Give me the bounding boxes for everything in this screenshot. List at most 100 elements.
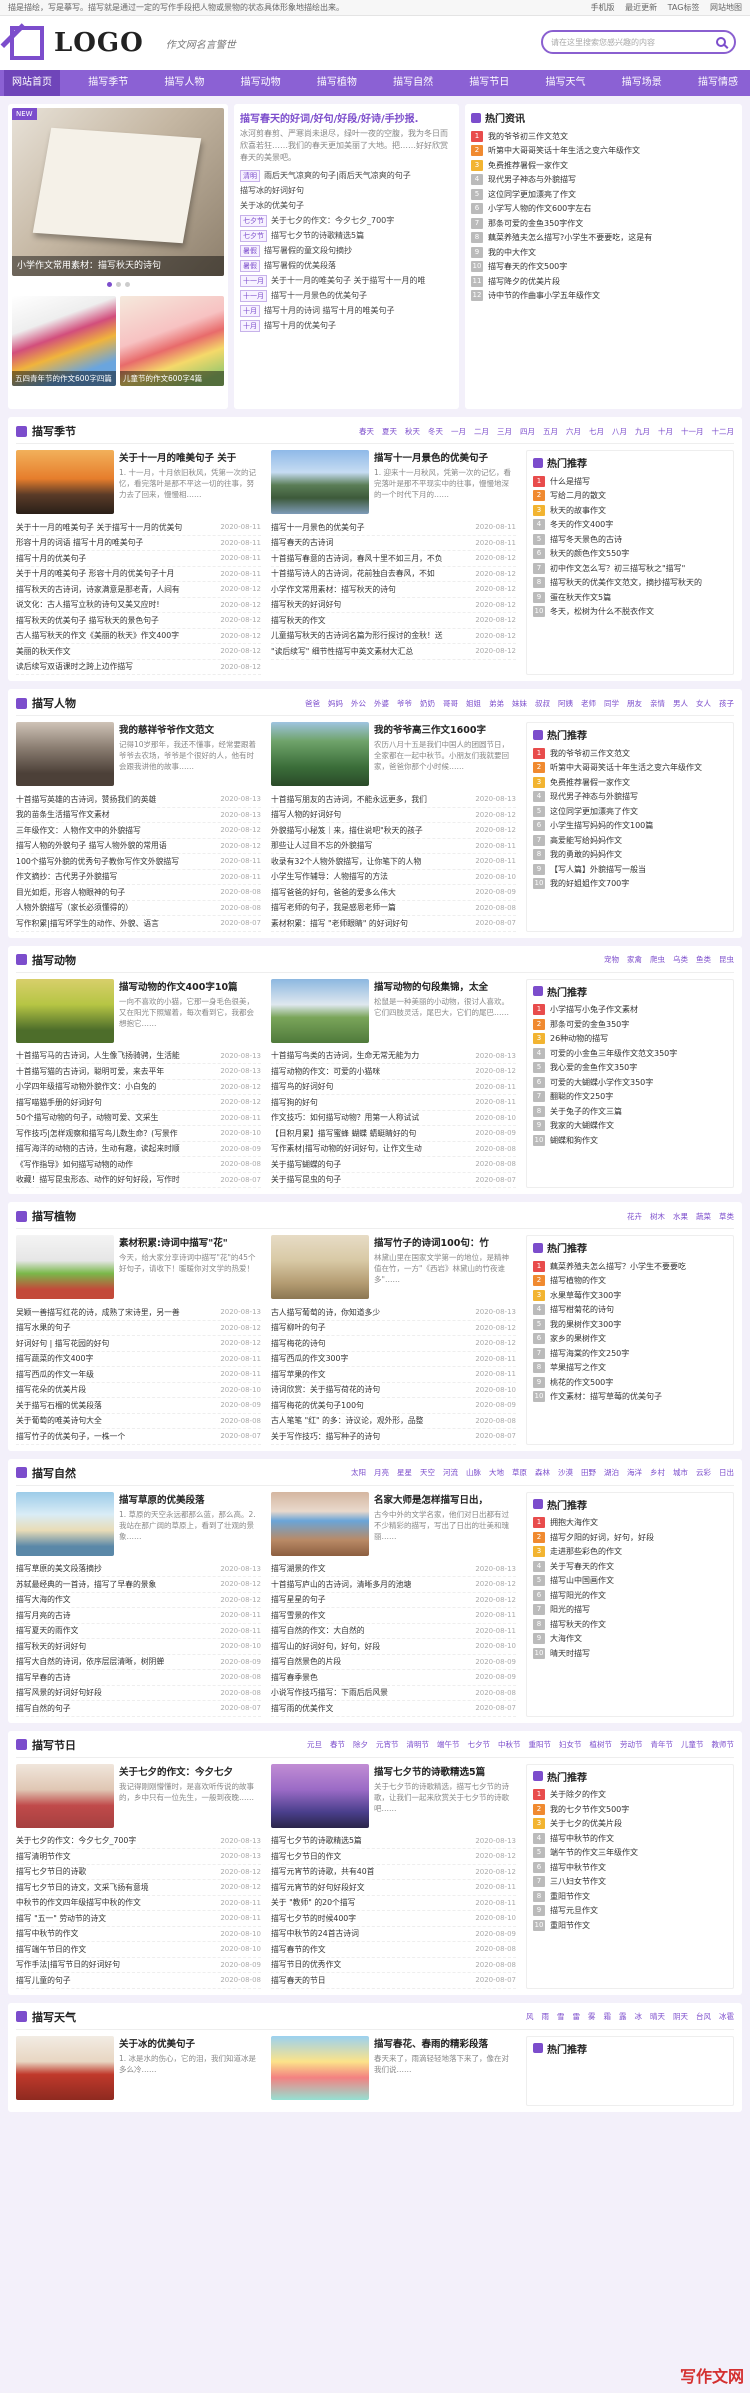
article-title[interactable]: 描写老师的句子，我是感恩老师一篇 [271, 902, 396, 913]
section-tag-link[interactable]: 爸爸 [305, 699, 320, 708]
mobile-link[interactable]: 手机版 [591, 3, 615, 12]
hot-item-title[interactable]: 写给二月的散文 [550, 490, 606, 501]
search-input[interactable]: 请在这里搜索您感兴趣的内容 [551, 37, 716, 48]
thumb-caption[interactable]: 儿童节的作文600字4篇 [120, 371, 224, 386]
hot-item[interactable]: 8 重阳节作文 [533, 1889, 727, 1904]
hot-item-title[interactable]: 这位同学更加漂亮了作文 [488, 189, 576, 200]
hot-item-title[interactable]: 我的七夕节作文500字 [550, 1804, 629, 1815]
hot-item[interactable]: 9 描写元旦作文 [533, 1904, 727, 1919]
nav-item[interactable]: 描写情感 [690, 70, 746, 96]
hot-item[interactable]: 2 我的七夕节作文500字 [533, 1802, 727, 1817]
featured-list-text[interactable]: 描写十月的优美句子 [264, 320, 336, 331]
hot-item[interactable]: 3 走进那些彩色的作文 [533, 1545, 727, 1560]
article-title[interactable]: 描写儿童的句子 [16, 1975, 71, 1986]
section-tag-link[interactable]: 清明节 [407, 1740, 430, 1749]
section-tag-link[interactable]: 亲情 [650, 699, 665, 708]
section-title[interactable]: 描写自然 [16, 1465, 76, 1481]
feature-image[interactable] [271, 2035, 369, 2100]
article-item[interactable]: 描写花朵的优美片段 2020-08-10 [16, 1383, 261, 1398]
article-title[interactable]: 写作技巧|怎样观察和描写鸟儿数生命？(写景作 [16, 1128, 178, 1139]
article-title[interactable]: 描写喵猫手册的好词好句 [16, 1097, 102, 1108]
feature-article[interactable]: 素材积累:诗词中描写"花" 今天，给大家分享诗词中描写"花"的45个好句子，请收下… [16, 1235, 261, 1299]
article-title[interactable]: 描写雨的优美作文 [271, 1703, 333, 1714]
article-title[interactable]: 描写夏天的雨作文 [16, 1625, 78, 1636]
article-item[interactable]: 描写竹子的优美句子，一株一个 2020-08-07 [16, 1429, 261, 1445]
section-tag-link[interactable]: 霜 [604, 2012, 612, 2021]
featured-list-item[interactable]: 描写冰的好词好句 [240, 183, 453, 198]
article-item[interactable]: 素材积累：描写 "老师眼睛" 的好词好句 2020-08-07 [271, 916, 516, 932]
article-item[interactable]: 描写动物的作文：可爱的小猫咪 2020-08-12 [271, 1064, 516, 1080]
section-tag-link[interactable]: 叔叔 [535, 699, 550, 708]
article-item[interactable]: 描写喵猫手册的好词好句 2020-08-12 [16, 1095, 261, 1111]
section-tag-link[interactable]: 爬虫 [650, 955, 665, 964]
article-item[interactable]: 描写人物的好词好句 2020-08-12 [271, 808, 516, 823]
hot-item-title[interactable]: 作文素材：描写草莓的优美句子 [550, 1391, 662, 1402]
section-tag-link[interactable]: 阿姨 [558, 699, 573, 708]
hot-item-title[interactable]: 秋天的故事作文 [550, 505, 606, 516]
article-item[interactable]: 人物外貌描写（家长必须懂得的） 2020-08-08 [16, 901, 261, 916]
article-title[interactable]: 关于描写石榴的优美段落 [16, 1400, 102, 1411]
section-tag-link[interactable]: 晴天 [650, 2012, 665, 2021]
feature-title[interactable]: 描写春花、春雨的精彩段落 [374, 2036, 514, 2050]
section-tag-link[interactable]: 三月 [497, 427, 512, 436]
article-item[interactable]: 关于写作技巧：描写种子的诗句 2020-08-07 [271, 1429, 516, 1445]
hot-item-title[interactable]: 高爱能写给妈妈作文 [550, 835, 622, 846]
section-tag-link[interactable]: 湖泊 [604, 1468, 619, 1477]
section-tag-link[interactable]: 植树节 [590, 1740, 613, 1749]
feature-title[interactable]: 名家大师是怎样描写日出， [374, 1492, 514, 1506]
hot-item[interactable]: 10 晴天时描写 [533, 1646, 727, 1661]
hot-item[interactable]: 2 听第中大哥哥笑话十年生活之变六年级作文 [533, 761, 727, 776]
featured-list-item[interactable]: 十月 描写十月的诗词 描写十月的唯美句子 [240, 303, 453, 318]
article-item[interactable]: 十首描写马的古诗词，人生像飞扬骑骋，生活能 2020-08-13 [16, 1049, 261, 1064]
article-item[interactable]: 关于描写昆虫的句子 2020-08-07 [271, 1173, 516, 1188]
hot-item[interactable]: 9 【写人篇】外貌描写一般当 [533, 862, 727, 877]
hot-item-title[interactable]: 秋天的颜色作文550字 [550, 548, 629, 559]
hot-item[interactable]: 7 初中作文怎么写？初三描写秋之"描写" [533, 561, 727, 576]
section-tag-link[interactable]: 海洋 [627, 1468, 642, 1477]
feature-title[interactable]: 素材积累:诗词中描写"花" [119, 1235, 259, 1249]
article-title[interactable]: 描写风景的好词好句好段 [16, 1687, 102, 1698]
featured-list-text[interactable]: 关于十一月的唯美句子 关于描写十一月的唯 [271, 275, 426, 286]
search-box[interactable]: 请在这里搜索您感兴趣的内容 [541, 30, 736, 54]
article-title[interactable]: 描写春天的古诗词 [271, 537, 333, 548]
article-title[interactable]: 十首描写朋友的古诗词，不能永远更多，我们 [271, 794, 427, 805]
category-tag[interactable]: 暑假 [240, 259, 260, 272]
article-title[interactable]: 关于描写昆虫的句子 [271, 1174, 341, 1185]
feature-article[interactable]: 关于十一月的唯美句子 关于 1. 十一月，十月依旧秋风，凭第一次的记忆，看完落叶是… [16, 450, 261, 514]
section-tag-link[interactable]: 元宵节 [376, 1740, 399, 1749]
article-item[interactable]: 描写中秋节的作文 2020-08-10 [16, 1927, 261, 1942]
article-title[interactable]: 形容十月的词语 描写十月的唯美句子 [16, 537, 143, 548]
hot-item[interactable]: 7 阳光的描写 [533, 1603, 727, 1618]
article-title[interactable]: 描写十一月景色的优美句子 [271, 522, 365, 533]
feature-article[interactable]: 描写七夕节的诗歌精选5篇 关于七夕节的诗歌精选，描写七夕节的诗歌，让我们一起来欣赏… [271, 1763, 516, 1828]
hot-item-title[interactable]: 描写植物的作文 [550, 1275, 606, 1286]
hot-item[interactable]: 8 我的勇敢的妈妈作文 [533, 848, 727, 863]
article-item[interactable]: 描写元宵节的诗歌，共有40首 2020-08-12 [271, 1865, 516, 1880]
feature-title[interactable]: 我的慈祥爷爷作文范文 [119, 722, 259, 736]
article-title[interactable]: 【日积月累】描写蜜蜂 蝴蝶 蜻蜓睛好的句 [271, 1128, 416, 1139]
article-item[interactable]: 描写大海的作文 2020-08-12 [16, 1593, 261, 1608]
hot-item-title[interactable]: 描写海棠的作文250字 [550, 1348, 629, 1359]
hot-item-title[interactable]: 【写人篇】外貌描写一般当 [550, 864, 646, 875]
slide-image[interactable]: NEW 小学作文常用素材：描写秋天的诗句 [12, 108, 224, 276]
section-tag-link[interactable]: 花卉 [627, 1212, 642, 1221]
article-title[interactable]: 描写人物的外貌句子 描写人物外貌的常用语 [16, 840, 167, 851]
article-item[interactable]: 收录有32个人物外貌描写，让你笔下的人物 2020-08-11 [271, 854, 516, 870]
section-tag-link[interactable]: 春天 [359, 427, 374, 436]
hot-item-title[interactable]: 家乡的果树作文 [550, 1333, 606, 1344]
featured-list-text[interactable]: 描写七夕节的诗歌精选5篇 [271, 230, 364, 241]
section-tag-link[interactable]: 劳动节 [620, 1740, 643, 1749]
section-title[interactable]: 描写节日 [16, 1737, 76, 1753]
article-item[interactable]: 描写山的好词好句，好句，好段 2020-08-10 [271, 1639, 516, 1655]
hot-item[interactable]: 2 那条可爱的金鱼350字 [533, 1017, 727, 1032]
section-tag-link[interactable]: 蔬菜 [696, 1212, 711, 1221]
article-item[interactable]: 描写七夕节日的诗文，文采飞扬有意境 2020-08-12 [16, 1880, 261, 1896]
article-item[interactable]: 描写七夕节的时候400字 2020-08-10 [271, 1911, 516, 1927]
section-tag-link[interactable]: 冰雹 [719, 2012, 734, 2021]
article-item[interactable]: 十首描写猫的古诗词，聪明可爱，来去平年 2020-08-13 [16, 1064, 261, 1080]
hot-item[interactable]: 4 可爱的小金鱼三年级作文范文350字 [533, 1046, 727, 1061]
article-item[interactable]: 描写人物的外貌句子 描写人物外貌的常用语 2020-08-12 [16, 839, 261, 854]
featured-list-item[interactable]: 关于冰的优美句子 [240, 198, 453, 213]
category-tag[interactable]: 十月 [240, 304, 260, 317]
nav-item[interactable]: 描写动物 [233, 70, 289, 96]
